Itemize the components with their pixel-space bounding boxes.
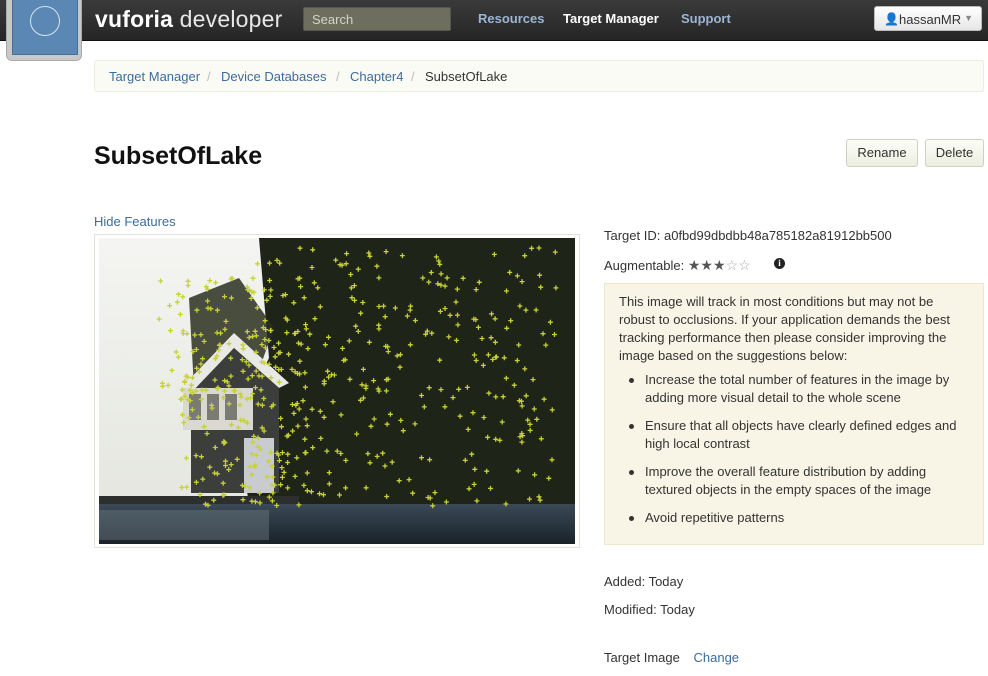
logo-emblem-icon [30,6,60,36]
page-title: SubsetOfLake [94,142,263,170]
breadcrumb-current: SubsetOfLake [425,69,508,84]
star-empty-icon: ☆ [738,257,751,273]
brand-title[interactable]: vuforia developer [95,6,283,33]
water-reflection [99,510,269,540]
change-image-link[interactable]: Change [694,650,740,665]
breadcrumb-separator: / [336,69,340,84]
boathouse-window [225,394,237,420]
breadcrumb-chapter4[interactable]: Chapter4 [350,69,403,84]
search-input[interactable] [303,7,451,31]
target-id-row: Target ID: a0fbd99dbdbb48a785182a81912bb… [604,228,892,243]
target-image-frame [94,234,580,548]
target-image-preview [99,238,575,544]
advice-text: This image will track in most conditions… [619,294,950,363]
target-image-row: Target Image Change [604,650,739,665]
logo-badge [12,0,78,55]
star-filled-icon: ★ [700,257,713,273]
top-navbar: vuforia developer Resources Target Manag… [0,0,988,41]
tracking-advice-box: This image will track in most conditions… [604,283,984,545]
suggestion-item: Improve the overall feature distribution… [627,463,957,499]
added-date: Added: Today [604,574,684,589]
breadcrumb-target-manager[interactable]: Target Manager [109,69,200,84]
suggestion-item: Avoid repetitive patterns [627,509,957,527]
star-filled-icon: ★ [712,257,726,273]
suggestion-item: Increase the total number of features in… [627,371,957,407]
star-rating: ★★★☆☆ [688,257,751,273]
modified-date: Modified: Today [604,602,695,617]
tree-mass [239,238,575,508]
rename-button[interactable]: Rename [846,139,918,167]
star-empty-icon: ☆ [725,257,739,273]
nav-support[interactable]: Support [681,11,731,26]
user-menu-button[interactable]: 👤 hassanMR ▼ [874,6,982,31]
suggestion-list: Increase the total number of features in… [627,371,957,537]
brand-bold: vuforia [95,6,174,32]
suggestion-item: Ensure that all objects have clearly def… [627,417,957,453]
user-icon: 👤 [884,12,899,26]
hide-features-link[interactable]: Hide Features [94,214,176,229]
chevron-down-icon: ▼ [964,13,973,23]
breadcrumb-device-databases[interactable]: Device Databases [221,69,327,84]
star-filled-icon: ★ [687,257,701,273]
target-id-label: Target ID: [604,228,661,243]
nav-resources[interactable]: Resources [478,11,544,26]
vuforia-logo[interactable] [6,0,82,61]
user-name: hassanMR [899,12,962,27]
boathouse-window [207,394,219,420]
brand-rest: developer [173,6,283,32]
nav-target-manager[interactable]: Target Manager [563,11,659,26]
info-icon[interactable]: i [774,258,785,269]
augmentable-label: Augmentable: [604,258,685,273]
target-id-value: a0fbd99dbdbb48a785182a81912bb500 [663,228,892,243]
breadcrumb-separator: / [207,69,211,84]
breadcrumb: Target Manager / Device Databases / Chap… [94,60,984,92]
augmentable-row: Augmentable: ★★★☆☆ [604,257,751,274]
delete-button[interactable]: Delete [925,139,984,167]
boathouse-window [189,394,201,420]
target-image-label: Target Image [604,650,680,665]
breadcrumb-separator: / [411,69,415,84]
